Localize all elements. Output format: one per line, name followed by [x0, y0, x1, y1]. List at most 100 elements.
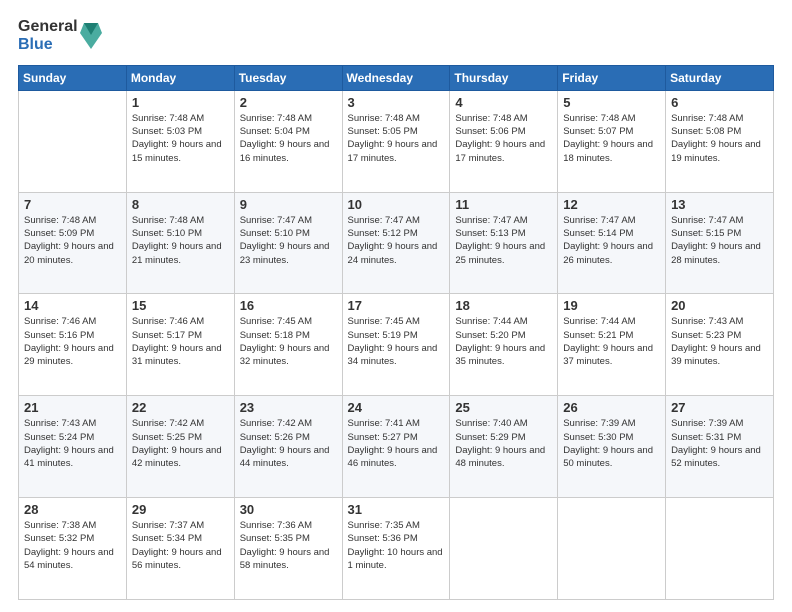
calendar-cell: 31 Sunrise: 7:35 AMSunset: 5:36 PMDayligh… [342, 498, 450, 600]
day-content: Sunrise: 7:47 AMSunset: 5:14 PMDaylight:… [563, 214, 660, 267]
calendar-cell: 5 Sunrise: 7:48 AMSunset: 5:07 PMDaylight… [558, 90, 666, 192]
calendar-cell: 22Sunrise: 7:42 AMSunset: 5:25 PMDayligh… [126, 396, 234, 498]
day-number: 16 [240, 298, 337, 313]
calendar-cell: 11 Sunrise: 7:47 AMSunset: 5:13 PMDayligh… [450, 192, 558, 294]
calendar-cell: 21 Sunrise: 7:43 AMSunset: 5:24 PMDayligh… [19, 396, 127, 498]
day-number: 29 [132, 502, 229, 517]
calendar-cell [666, 498, 774, 600]
day-content: Sunrise: 7:42 AMSunset: 5:26 PMDaylight:… [240, 417, 337, 470]
day-content: Sunrise: 7:37 AMSunset: 5:34 PMDaylight:… [132, 519, 229, 572]
day-number: 15 [132, 298, 229, 313]
day-content: Sunrise: 7:48 AMSunset: 5:07 PMDaylight:… [563, 112, 660, 165]
day-number: 5 [563, 95, 660, 110]
weekday-header-saturday: Saturday [666, 65, 774, 90]
day-number: 24 [348, 400, 445, 415]
day-content: Sunrise: 7:38 AMSunset: 5:32 PMDaylight:… [24, 519, 121, 572]
calendar-cell: 19 Sunrise: 7:44 AMSunset: 5:21 PMDayligh… [558, 294, 666, 396]
weekday-header-monday: Monday [126, 65, 234, 90]
calendar-cell: 30 Sunrise: 7:36 AMSunset: 5:35 PMDayligh… [234, 498, 342, 600]
day-number: 23 [240, 400, 337, 415]
day-content: Sunrise: 7:44 AMSunset: 5:21 PMDaylight:… [563, 315, 660, 368]
day-content: Sunrise: 7:48 AMSunset: 5:05 PMDaylight:… [348, 112, 445, 165]
calendar-cell: 8 Sunrise: 7:48 AMSunset: 5:10 PMDaylight… [126, 192, 234, 294]
day-number: 22 [132, 400, 229, 415]
day-content: Sunrise: 7:48 AMSunset: 5:03 PMDaylight:… [132, 112, 229, 165]
day-number: 13 [671, 197, 768, 212]
calendar-cell [558, 498, 666, 600]
calendar-cell: 24Sunrise: 7:41 AMSunset: 5:27 PMDayligh… [342, 396, 450, 498]
day-content: Sunrise: 7:47 AMSunset: 5:10 PMDaylight:… [240, 214, 337, 267]
day-number: 31 [348, 502, 445, 517]
weekday-header-row: SundayMondayTuesdayWednesdayThursdayFrid… [19, 65, 774, 90]
calendar-cell: 16 Sunrise: 7:45 AMSunset: 5:18 PMDayligh… [234, 294, 342, 396]
calendar-cell: 27Sunrise: 7:39 AMSunset: 5:31 PMDayligh… [666, 396, 774, 498]
day-number: 30 [240, 502, 337, 517]
week-row-5: 28Sunrise: 7:38 AMSunset: 5:32 PMDayligh… [19, 498, 774, 600]
day-content: Sunrise: 7:43 AMSunset: 5:24 PMDaylight:… [24, 417, 121, 470]
day-content: Sunrise: 7:36 AMSunset: 5:35 PMDaylight:… [240, 519, 337, 572]
day-number: 17 [348, 298, 445, 313]
day-content: Sunrise: 7:45 AMSunset: 5:18 PMDaylight:… [240, 315, 337, 368]
logo-general: General [18, 18, 78, 36]
weekday-header-friday: Friday [558, 65, 666, 90]
week-row-4: 21 Sunrise: 7:43 AMSunset: 5:24 PMDayligh… [19, 396, 774, 498]
calendar-cell: 26 Sunrise: 7:39 AMSunset: 5:30 PMDayligh… [558, 396, 666, 498]
day-number: 14 [24, 298, 121, 313]
calendar-cell: 20 Sunrise: 7:43 AMSunset: 5:23 PMDayligh… [666, 294, 774, 396]
day-content: Sunrise: 7:45 AMSunset: 5:19 PMDaylight:… [348, 315, 445, 368]
day-number: 2 [240, 95, 337, 110]
day-content: Sunrise: 7:39 AMSunset: 5:30 PMDaylight:… [563, 417, 660, 470]
logo: General Blue [18, 18, 102, 55]
calendar-cell: 14 Sunrise: 7:46 AMSunset: 5:16 PMDayligh… [19, 294, 127, 396]
calendar-cell: 6 Sunrise: 7:48 AMSunset: 5:08 PMDaylight… [666, 90, 774, 192]
day-number: 11 [455, 197, 552, 212]
calendar: SundayMondayTuesdayWednesdayThursdayFrid… [18, 65, 774, 600]
day-number: 27 [671, 400, 768, 415]
day-content: Sunrise: 7:48 AMSunset: 5:04 PMDaylight:… [240, 112, 337, 165]
day-content: Sunrise: 7:48 AMSunset: 5:10 PMDaylight:… [132, 214, 229, 267]
day-content: Sunrise: 7:48 AMSunset: 5:09 PMDaylight:… [24, 214, 121, 267]
day-content: Sunrise: 7:46 AMSunset: 5:17 PMDaylight:… [132, 315, 229, 368]
day-content: Sunrise: 7:40 AMSunset: 5:29 PMDaylight:… [455, 417, 552, 470]
calendar-cell: 1 Sunrise: 7:48 AMSunset: 5:03 PMDaylight… [126, 90, 234, 192]
day-number: 18 [455, 298, 552, 313]
day-content: Sunrise: 7:48 AMSunset: 5:08 PMDaylight:… [671, 112, 768, 165]
day-number: 9 [240, 197, 337, 212]
calendar-cell: 13 Sunrise: 7:47 AMSunset: 5:15 PMDayligh… [666, 192, 774, 294]
logo-blue: Blue [18, 36, 53, 54]
day-number: 4 [455, 95, 552, 110]
weekday-header-thursday: Thursday [450, 65, 558, 90]
day-content: Sunrise: 7:47 AMSunset: 5:15 PMDaylight:… [671, 214, 768, 267]
week-row-2: 7 Sunrise: 7:48 AMSunset: 5:09 PMDaylight… [19, 192, 774, 294]
weekday-header-tuesday: Tuesday [234, 65, 342, 90]
day-number: 20 [671, 298, 768, 313]
day-number: 7 [24, 197, 121, 212]
day-number: 26 [563, 400, 660, 415]
calendar-cell: 25Sunrise: 7:40 AMSunset: 5:29 PMDayligh… [450, 396, 558, 498]
weekday-header-wednesday: Wednesday [342, 65, 450, 90]
day-number: 8 [132, 197, 229, 212]
calendar-cell: 9 Sunrise: 7:47 AMSunset: 5:10 PMDaylight… [234, 192, 342, 294]
calendar-cell: 29 Sunrise: 7:37 AMSunset: 5:34 PMDayligh… [126, 498, 234, 600]
day-content: Sunrise: 7:44 AMSunset: 5:20 PMDaylight:… [455, 315, 552, 368]
day-number: 6 [671, 95, 768, 110]
day-number: 19 [563, 298, 660, 313]
day-content: Sunrise: 7:46 AMSunset: 5:16 PMDaylight:… [24, 315, 121, 368]
day-number: 1 [132, 95, 229, 110]
calendar-cell: 28Sunrise: 7:38 AMSunset: 5:32 PMDayligh… [19, 498, 127, 600]
calendar-cell [450, 498, 558, 600]
calendar-cell: 17 Sunrise: 7:45 AMSunset: 5:19 PMDayligh… [342, 294, 450, 396]
day-content: Sunrise: 7:47 AMSunset: 5:13 PMDaylight:… [455, 214, 552, 267]
calendar-cell: 12Sunrise: 7:47 AMSunset: 5:14 PMDayligh… [558, 192, 666, 294]
day-content: Sunrise: 7:48 AMSunset: 5:06 PMDaylight:… [455, 112, 552, 165]
day-content: Sunrise: 7:35 AMSunset: 5:36 PMDaylight:… [348, 519, 445, 572]
week-row-3: 14 Sunrise: 7:46 AMSunset: 5:16 PMDayligh… [19, 294, 774, 396]
day-number: 3 [348, 95, 445, 110]
weekday-header-sunday: Sunday [19, 65, 127, 90]
day-content: Sunrise: 7:43 AMSunset: 5:23 PMDaylight:… [671, 315, 768, 368]
calendar-cell: 10Sunrise: 7:47 AMSunset: 5:12 PMDayligh… [342, 192, 450, 294]
calendar-cell: 7 Sunrise: 7:48 AMSunset: 5:09 PMDaylight… [19, 192, 127, 294]
week-row-1: 1 Sunrise: 7:48 AMSunset: 5:03 PMDaylight… [19, 90, 774, 192]
day-number: 21 [24, 400, 121, 415]
calendar-cell: 18 Sunrise: 7:44 AMSunset: 5:20 PMDayligh… [450, 294, 558, 396]
